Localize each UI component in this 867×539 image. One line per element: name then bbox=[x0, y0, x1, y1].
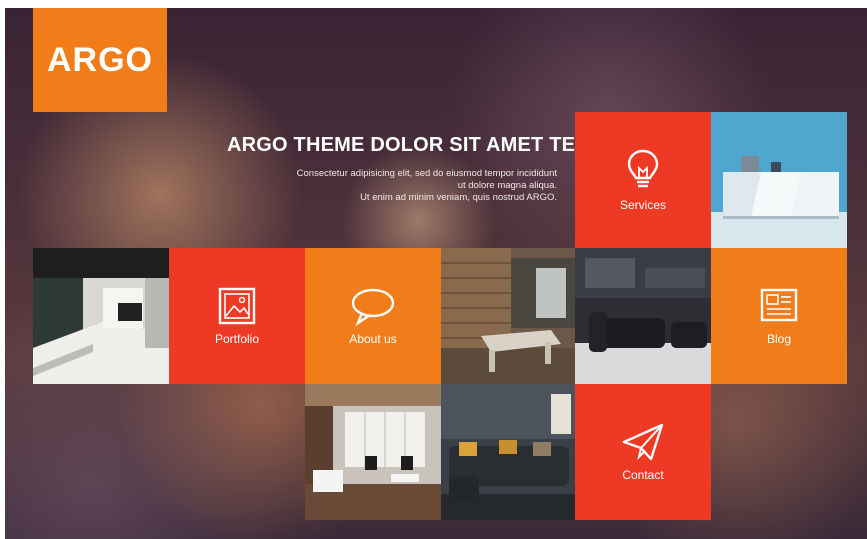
services-tile[interactable]: Services bbox=[575, 112, 711, 248]
staircase-interior-photo bbox=[33, 248, 169, 384]
hero-subtitle-line: Consectetur adipisicing elit, sed do eiu… bbox=[296, 168, 557, 179]
contact-tile[interactable]: Contact bbox=[575, 384, 711, 520]
page-background: ARGO ARGO THEME DOLOR SIT AMET TELASDE C… bbox=[5, 8, 867, 539]
newspaper-icon bbox=[760, 288, 798, 322]
about-us-tile[interactable]: About us bbox=[305, 248, 441, 384]
logo-text: ARGO bbox=[47, 40, 153, 79]
hero-subtitle-line: ut dolore magna aliqua. bbox=[457, 180, 557, 191]
about-us-label: About us bbox=[349, 332, 397, 346]
contact-label: Contact bbox=[622, 468, 664, 482]
hero-subtitle: Consectetur adipisicing elit, sed do eiu… bbox=[227, 168, 557, 204]
speech-bubble-icon bbox=[351, 288, 395, 326]
dark-lounge-photo bbox=[575, 248, 711, 384]
services-label: Services bbox=[619, 198, 666, 212]
blog-label: Blog bbox=[766, 332, 792, 346]
portfolio-tile[interactable]: Portfolio bbox=[169, 248, 305, 384]
blog-tile[interactable]: Blog bbox=[711, 248, 847, 384]
paper-plane-icon bbox=[622, 423, 664, 461]
shelf-room-photo bbox=[711, 112, 847, 248]
image-frame-icon bbox=[218, 287, 256, 325]
grey-sofa-photo bbox=[441, 384, 577, 520]
hero-subtitle-line: Ut enim ad minim veniam, quis nostrud AR… bbox=[360, 192, 557, 203]
lightbulb-icon bbox=[627, 149, 659, 188]
portfolio-label: Portfolio bbox=[214, 332, 260, 346]
hero-title: ARGO THEME DOLOR SIT AMET TELASDE bbox=[227, 134, 644, 156]
living-room-photo bbox=[305, 384, 441, 520]
wood-wall-dining-photo bbox=[441, 248, 577, 384]
brand-logo[interactable]: ARGO bbox=[33, 8, 167, 112]
